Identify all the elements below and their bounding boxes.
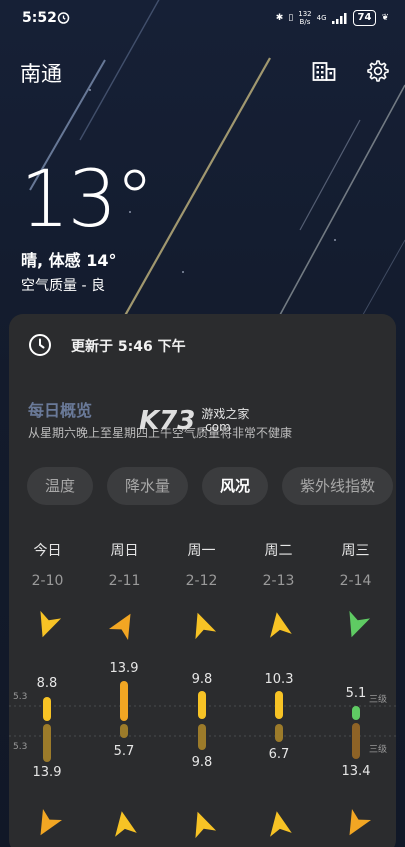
wind-night-bar <box>275 724 283 742</box>
level-label-bottom: 三级 <box>369 745 388 755</box>
air-quality[interactable]: 空气质量 - 良 <box>21 275 105 295</box>
wind-direction-day-icon <box>195 612 217 640</box>
charging-icon: ❦ <box>381 13 389 23</box>
wind-chart: 5.3 5.3 三级 三级 8.8 13.9 13.9 5.7 9.8 9.8 10.3 6.… <box>9 314 396 847</box>
wind-direction-night-icon <box>349 808 372 836</box>
wind-night-bar <box>198 724 206 750</box>
wind-night-value: 6.7 <box>268 747 290 762</box>
wind-night-bar <box>43 724 51 762</box>
wind-direction-day-icon <box>40 610 62 638</box>
wind-day-value: 10.3 <box>264 672 294 687</box>
current-condition: 晴, 体感 14° <box>21 251 117 270</box>
wind-day-bar <box>275 691 283 719</box>
wind-day-bar <box>352 706 360 720</box>
wind-day-bar <box>198 691 206 719</box>
wind-day-value: 13.9 <box>109 661 139 676</box>
wind-day-bar <box>120 681 128 721</box>
wind-direction-night-icon <box>115 811 137 837</box>
gear-icon <box>367 60 389 82</box>
wind-direction-day-icon <box>270 612 292 638</box>
current-temperature: 13° <box>20 155 154 245</box>
wind-direction-day-icon <box>349 610 371 638</box>
status-icons: ✱ ▯ 132 B/s 4G 74 ❦ <box>276 10 389 26</box>
signal-icon <box>331 12 347 24</box>
network-speed: 132 B/s <box>298 10 312 26</box>
daily-overview-card: 更新于 5:46 下午 每日概览 从星期六晚上至星期四上午空气质量将非常不健康 … <box>9 314 396 847</box>
status-bar: 5:52 ✱ ▯ 132 B/s 4G 74 ❦ <box>0 0 405 38</box>
axis-left-bottom: 5.3 <box>13 742 28 752</box>
network-type: 4G <box>316 14 327 22</box>
alarm-icon <box>57 12 70 24</box>
city-list-button[interactable] <box>311 58 337 84</box>
axis-left-top: 5.3 <box>13 692 28 702</box>
wind-night-value: 13.4 <box>341 764 371 779</box>
battery-indicator: 74 <box>352 10 377 26</box>
bluetooth-icon: ✱ <box>275 13 284 23</box>
wind-night-bar <box>120 724 128 738</box>
wind-day-value: 9.8 <box>191 672 213 687</box>
status-time: 5:52 <box>22 10 57 26</box>
wind-day-bar <box>43 697 51 721</box>
wind-direction-night-icon <box>195 811 217 839</box>
wind-night-bar <box>352 723 360 759</box>
vibrate-icon: ▯ <box>288 13 294 23</box>
wind-night-value: 5.7 <box>113 744 135 759</box>
wind-direction-day-icon <box>108 613 131 641</box>
wind-direction-night-icon <box>270 811 292 837</box>
wind-day-value: 8.8 <box>36 676 58 691</box>
settings-button[interactable] <box>364 58 390 84</box>
wind-night-value: 13.9 <box>32 765 62 780</box>
wind-direction-night-icon <box>40 808 63 836</box>
buildings-icon <box>312 62 336 81</box>
city-name[interactable]: 南通 <box>20 58 62 88</box>
wind-night-value: 9.8 <box>191 755 213 770</box>
wind-day-value: 5.1 <box>345 686 367 701</box>
